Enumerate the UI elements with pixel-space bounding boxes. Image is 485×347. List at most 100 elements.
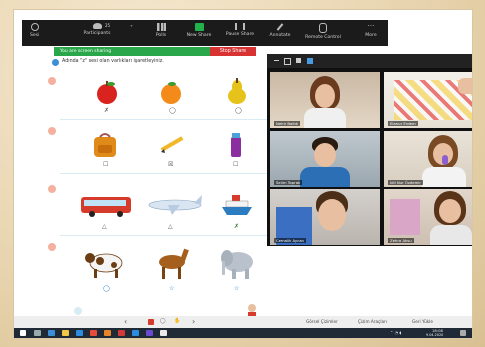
cizim-araclari-button[interactable]: Çizim Araçları	[358, 319, 387, 324]
app-icon[interactable]	[146, 330, 153, 336]
answer-triangle-icon[interactable]: △	[168, 223, 173, 230]
zoom-share-toolbar: Sesi Participants 25 ˅ Polls New Share P…	[22, 20, 388, 46]
mouse-icon	[319, 23, 327, 33]
answer-star-icon[interactable]: ☆	[234, 285, 239, 292]
row-number-badge	[48, 77, 56, 85]
participant-toy	[442, 155, 448, 165]
geri-yukle-button[interactable]: Geri Yükle	[412, 319, 433, 324]
toolbar-label: New Share	[186, 33, 212, 38]
marked-check-icon[interactable]: ✗	[104, 107, 109, 114]
toolbar-label: Sesi	[30, 33, 40, 38]
toolbar-audio[interactable]: Sesi	[30, 22, 39, 38]
search-icon[interactable]	[34, 330, 41, 336]
thermos-icon	[228, 131, 244, 157]
dollhouse-video	[390, 199, 420, 235]
gallery-view-icon[interactable]	[307, 58, 313, 64]
minimize-icon[interactable]	[274, 60, 279, 61]
stop-share-button[interactable]: Stop Share	[210, 47, 256, 56]
toolbar-annotate[interactable]: Annotate	[266, 22, 294, 38]
gorsel-cizimler-button[interactable]: Görsel Çizimler	[306, 319, 338, 324]
audio-icon	[30, 23, 39, 31]
system-tray: ⌃ ◔ ◖	[390, 330, 402, 335]
windows-taskbar: ⌃ ◔ ◖ 18:08 9.04.2020	[14, 328, 472, 338]
divider	[60, 119, 270, 120]
participant-tile[interactable]: Selim Toprak	[270, 131, 380, 187]
participant-face	[314, 143, 336, 167]
hand-tool-icon[interactable]: ✋	[174, 318, 180, 324]
pause-icon	[235, 23, 245, 30]
photo-frame: Sesi Participants 25 ˅ Polls New Share P…	[0, 0, 485, 347]
participant-tile[interactable]: Zehra Aksu	[384, 189, 472, 245]
row-number-badge	[48, 243, 56, 251]
windows-start-icon[interactable]	[20, 330, 26, 336]
answer-circle-icon[interactable]: ◯	[169, 107, 176, 114]
toolbar-label: Annotate	[269, 33, 291, 38]
participant-tile[interactable]: Elanur Erdem	[384, 72, 472, 128]
pencil-icon	[276, 23, 284, 31]
bus-icon	[80, 195, 132, 217]
cow-icon	[84, 247, 126, 281]
participant-tile[interactable]: Cemalik Aycan	[270, 189, 380, 245]
answer-square-icon[interactable]: ☐	[103, 161, 108, 168]
zoom-app-icon[interactable]	[132, 330, 139, 336]
answer-square-icon[interactable]: ☐	[233, 161, 238, 168]
orange-icon	[158, 79, 184, 105]
marked-x-icon[interactable]: ☒	[168, 161, 173, 168]
edge-icon[interactable]	[76, 330, 83, 336]
toolbar-polls[interactable]: Polls	[150, 22, 172, 38]
notification-icon[interactable]	[460, 330, 466, 336]
participant-tile[interactable]: Nehir Baltık	[270, 72, 380, 128]
divider	[60, 235, 270, 236]
airplane-icon	[146, 193, 204, 217]
answer-circle-icon[interactable]: ◯	[103, 285, 110, 292]
participant-name: Elanur Erdem	[388, 121, 418, 126]
elephant-icon	[218, 247, 258, 281]
toolbar-more[interactable]: ··· More	[360, 22, 382, 39]
answer-triangle-icon[interactable]: △	[102, 223, 107, 230]
toolbar-label: Polls	[155, 33, 167, 38]
toolbar-remote-control[interactable]: Remote Control	[304, 22, 342, 40]
gallery-header	[267, 54, 472, 68]
video-gallery: Nehir Baltık Elanur Erdem Selim Toprak İ…	[267, 54, 472, 246]
grid-icon[interactable]	[284, 58, 291, 65]
participant-name: Nehir Baltık	[274, 121, 301, 126]
app-icon[interactable]	[160, 330, 167, 336]
answer-circle-icon[interactable]: ◯	[235, 107, 242, 114]
page-letter-badge	[74, 307, 82, 315]
participant-count: 25	[105, 23, 111, 28]
toolbar-label: Participants	[83, 31, 111, 36]
share-screen-icon	[194, 23, 204, 31]
toolbar-label: Remote Control	[305, 35, 341, 40]
toolbar-pause-share[interactable]: Pause Share	[224, 22, 256, 37]
marked-x-icon[interactable]: ✗	[234, 223, 239, 230]
chrome-icon[interactable]	[90, 330, 97, 336]
pen-tool-icon[interactable]	[148, 319, 154, 325]
folder-icon[interactable]	[62, 330, 69, 336]
clock-date: 9.04.2020	[426, 333, 444, 337]
more-icon: ···	[367, 22, 375, 30]
office-icon[interactable]	[118, 330, 125, 336]
chevron-left-icon[interactable]: ‹	[124, 317, 127, 326]
toolbar-new-share[interactable]: New Share	[184, 22, 214, 38]
worksheet: Adında "z" sesi olan varlıkları işaretle…	[48, 57, 270, 329]
firefox-icon[interactable]	[104, 330, 111, 336]
participant-tile[interactable]: İdil Nur Özdemir	[384, 131, 472, 187]
participant-face	[318, 199, 346, 231]
screen: Sesi Participants 25 ˅ Polls New Share P…	[14, 10, 472, 338]
participant-body	[422, 167, 466, 187]
participant-name: Selim Toprak	[274, 180, 303, 185]
page-counter-icon: ◯	[160, 318, 166, 324]
chevron-right-icon[interactable]: ›	[192, 317, 195, 326]
sharing-banner: You are screen sharing	[54, 47, 210, 56]
participant-name: İdil Nur Özdemir	[388, 180, 423, 185]
toolbar-label: More	[365, 33, 377, 38]
taskview-icon[interactable]	[48, 330, 55, 336]
chevron-down-icon[interactable]: ˅	[130, 25, 133, 32]
participant-name: Zehra Aksu	[388, 238, 414, 243]
divider	[60, 173, 270, 174]
answer-star-icon[interactable]: ☆	[169, 285, 174, 292]
row-number-badge	[48, 185, 56, 193]
speaker-view-icon[interactable]	[296, 58, 301, 63]
participant-name: Cemalik Aycan	[274, 238, 306, 243]
participant-body	[430, 225, 472, 245]
